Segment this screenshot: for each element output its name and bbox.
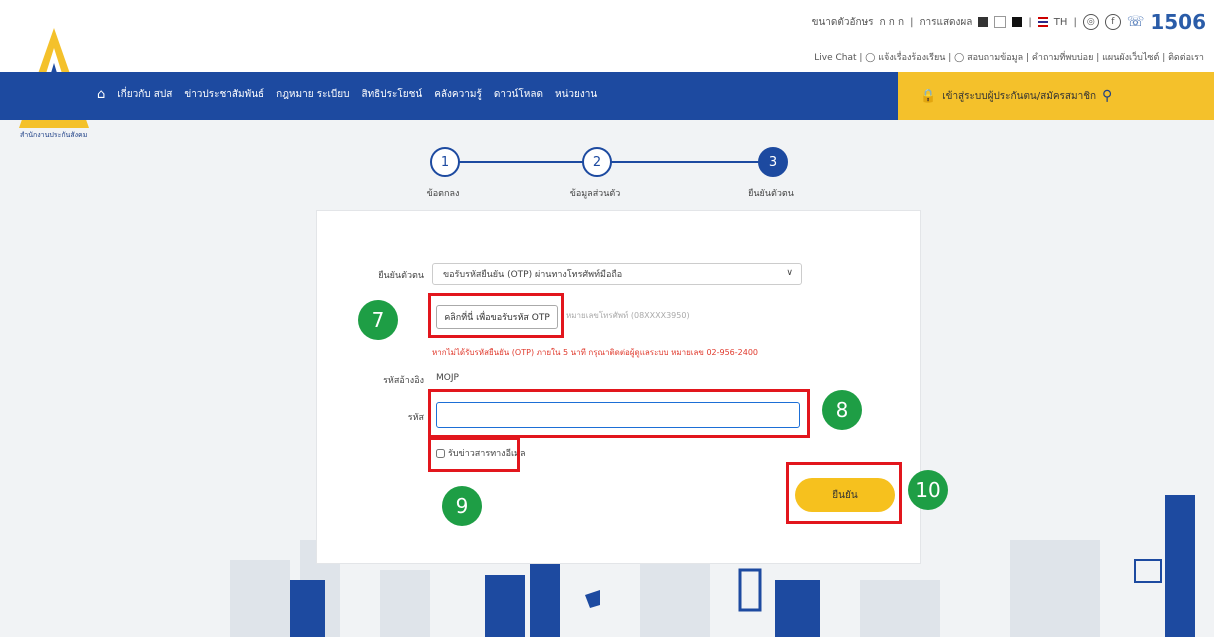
annotation-badge: 10 — [908, 470, 948, 510]
utility-bar: ขนาดตัวอักษร ก ก ก | การแสดงผล | TH | ◎ … — [811, 10, 1206, 34]
verify-method-label: ยืนยันตัวตน — [378, 271, 424, 281]
search-icon[interactable]: ⚲ — [1102, 88, 1112, 104]
otp-code-label: รหัส — [407, 413, 424, 423]
font-size-options[interactable]: ก ก ก — [880, 15, 905, 30]
contrast-light-button[interactable] — [994, 16, 1007, 28]
nav-menu: ⌂ เกี่ยวกับ สปส ข่าวประชาสัมพันธ์ กฎหมาย… — [97, 87, 597, 102]
header-links[interactable]: Live Chat | ◯ แจ้งเรื่องร้องเรียน | ◯ สอ… — [814, 50, 1204, 64]
contrast-black-button[interactable] — [1012, 17, 1023, 27]
highlight-box-newsletter — [428, 437, 520, 472]
facebook-icon[interactable]: f — [1104, 14, 1121, 30]
step-2-circle: 2 — [582, 147, 612, 177]
ref-code-label: รหัสอ้างอิง — [383, 376, 424, 386]
nav-item[interactable]: ดาวน์โหลด — [494, 87, 543, 102]
phone-hint: หมายเลขโทรศัพท์ (08XXXX3950) — [566, 311, 690, 320]
home-icon[interactable]: ⌂ — [97, 87, 105, 102]
step-3-circle: 3 — [758, 147, 788, 177]
nav-item[interactable]: คลังความรู้ — [434, 87, 482, 102]
step-3-label: ยืนยันตัวตน — [748, 189, 794, 199]
nav-item[interactable]: เกี่ยวกับ สปส — [117, 87, 172, 102]
hotline-number[interactable]: 1506 — [1150, 10, 1206, 34]
nav-item[interactable]: ข่าวประชาสัมพันธ์ — [184, 87, 264, 102]
phone-icon: ☏ — [1126, 14, 1145, 30]
chevron-down-icon: ∨ — [786, 268, 793, 278]
verify-method-select[interactable]: ขอรับรหัสยืนยัน (OTP) ผ่านทางโทรศัพท์มือ… — [432, 263, 802, 285]
nav-item[interactable]: สิทธิประโยชน์ — [361, 87, 422, 102]
accessibility-icon[interactable]: ◎ — [1082, 14, 1099, 30]
annotation-badge: 7 — [358, 300, 398, 340]
step-1-circle: 1 — [430, 147, 460, 177]
highlight-box-code — [428, 389, 810, 438]
annotation-badge: 8 — [822, 390, 862, 430]
lock-icon: 🔒 — [920, 88, 937, 104]
highlight-box-confirm — [786, 462, 902, 524]
nav-item[interactable]: กฎหมาย ระเบียบ — [276, 87, 349, 102]
nav-item[interactable]: หน่วยงาน — [555, 87, 597, 102]
step-2-label: ข้อมูลส่วนตัว — [569, 189, 621, 199]
login-link[interactable]: 🔒 เข้าสู่ระบบผู้ประกันตน/สมัครสมาชิก ⚲ — [920, 88, 1112, 104]
thai-flag-icon — [1037, 17, 1048, 27]
annotation-badge: 9 — [442, 486, 482, 526]
highlight-box-otp — [428, 293, 564, 338]
otp-warning: หากไม่ได้รับรหัสยืนยัน (OTP) ภายใน 5 นาท… — [432, 348, 759, 357]
language-selector[interactable]: TH — [1054, 17, 1068, 28]
contrast-label: การแสดงผล — [919, 16, 973, 28]
verify-method-value: ขอรับรหัสยืนยัน (OTP) ผ่านทางโทรศัพท์มือ… — [443, 270, 623, 280]
font-size-label: ขนาดตัวอักษร — [811, 16, 874, 28]
contrast-dark-button[interactable] — [978, 17, 989, 27]
login-label: เข้าสู่ระบบผู้ประกันตน/สมัครสมาชิก — [942, 90, 1097, 102]
step-connector — [456, 161, 584, 163]
ref-code-value: MOJP — [436, 373, 459, 383]
logo-caption: สำนักงานประกันสังคม — [20, 131, 88, 139]
step-connector — [608, 161, 762, 163]
step-1-label: ข้อตกลง — [426, 189, 460, 199]
